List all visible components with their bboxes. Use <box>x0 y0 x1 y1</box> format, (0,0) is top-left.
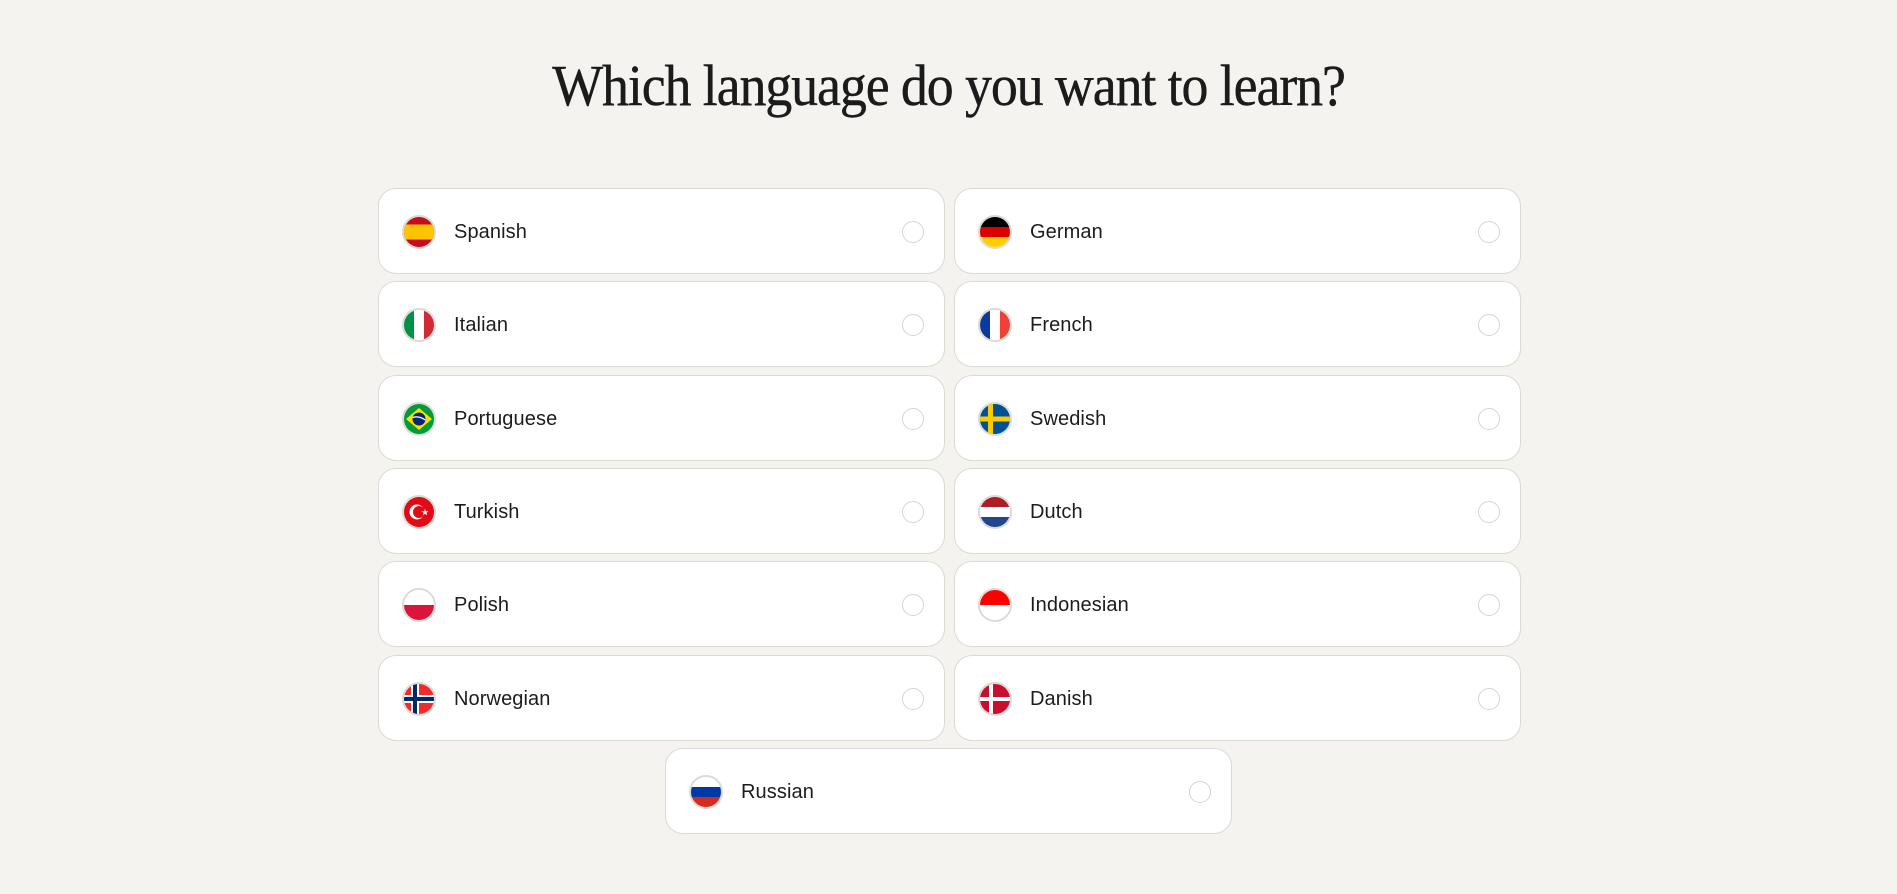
language-label: Norwegian <box>454 688 551 710</box>
language-label: Polish <box>454 594 510 616</box>
language-option-norwegian[interactable]: Norwegian <box>378 655 945 741</box>
language-label: Portuguese <box>454 408 558 430</box>
radio-button[interactable] <box>1478 594 1500 616</box>
language-option-turkish[interactable]: Turkish <box>378 468 945 554</box>
language-label: French <box>1030 314 1093 336</box>
sweden-flag-icon <box>978 402 1012 436</box>
radio-button[interactable] <box>1189 781 1211 803</box>
language-label: Turkish <box>454 501 520 523</box>
indonesia-flag-icon <box>978 588 1012 622</box>
radio-button[interactable] <box>902 221 924 243</box>
page-title: Which language do you want to learn? <box>552 53 1346 118</box>
language-option-polish[interactable]: Polish <box>378 561 945 647</box>
language-label: German <box>1030 221 1103 243</box>
language-option-german[interactable]: German <box>954 188 1521 274</box>
language-option-italian[interactable]: Italian <box>378 281 945 367</box>
radio-button[interactable] <box>1478 408 1500 430</box>
poland-flag-icon <box>402 588 436 622</box>
radio-button[interactable] <box>1478 688 1500 710</box>
language-option-dutch[interactable]: Dutch <box>954 468 1521 554</box>
radio-button[interactable] <box>1478 221 1500 243</box>
language-label: Indonesian <box>1030 594 1129 616</box>
netherlands-flag-icon <box>978 495 1012 529</box>
russia-flag-icon <box>689 775 723 809</box>
language-label: Dutch <box>1030 501 1083 523</box>
radio-button[interactable] <box>1478 314 1500 336</box>
language-label: Danish <box>1030 688 1093 710</box>
language-option-spanish[interactable]: Spanish <box>378 188 945 274</box>
spain-flag-icon <box>402 215 436 249</box>
language-option-danish[interactable]: Danish <box>954 655 1521 741</box>
radio-button[interactable] <box>1478 501 1500 523</box>
language-label: Italian <box>454 314 509 336</box>
germany-flag-icon <box>978 215 1012 249</box>
france-flag-icon <box>978 308 1012 342</box>
language-option-russian[interactable]: Russian <box>665 748 1232 834</box>
radio-button[interactable] <box>902 688 924 710</box>
language-option-swedish[interactable]: Swedish <box>954 375 1521 461</box>
norway-flag-icon <box>402 682 436 716</box>
italy-flag-icon <box>402 308 436 342</box>
brazil-flag-icon <box>402 402 436 436</box>
language-option-indonesian[interactable]: Indonesian <box>954 561 1521 647</box>
language-label: Spanish <box>454 221 527 243</box>
radio-button[interactable] <box>902 408 924 430</box>
radio-button[interactable] <box>902 594 924 616</box>
language-label: Russian <box>741 781 814 803</box>
language-option-french[interactable]: French <box>954 281 1521 367</box>
turkey-flag-icon <box>402 495 436 529</box>
radio-button[interactable] <box>902 501 924 523</box>
denmark-flag-icon <box>978 682 1012 716</box>
radio-button[interactable] <box>902 314 924 336</box>
language-label: Swedish <box>1030 408 1107 430</box>
language-option-portuguese[interactable]: Portuguese <box>378 375 945 461</box>
